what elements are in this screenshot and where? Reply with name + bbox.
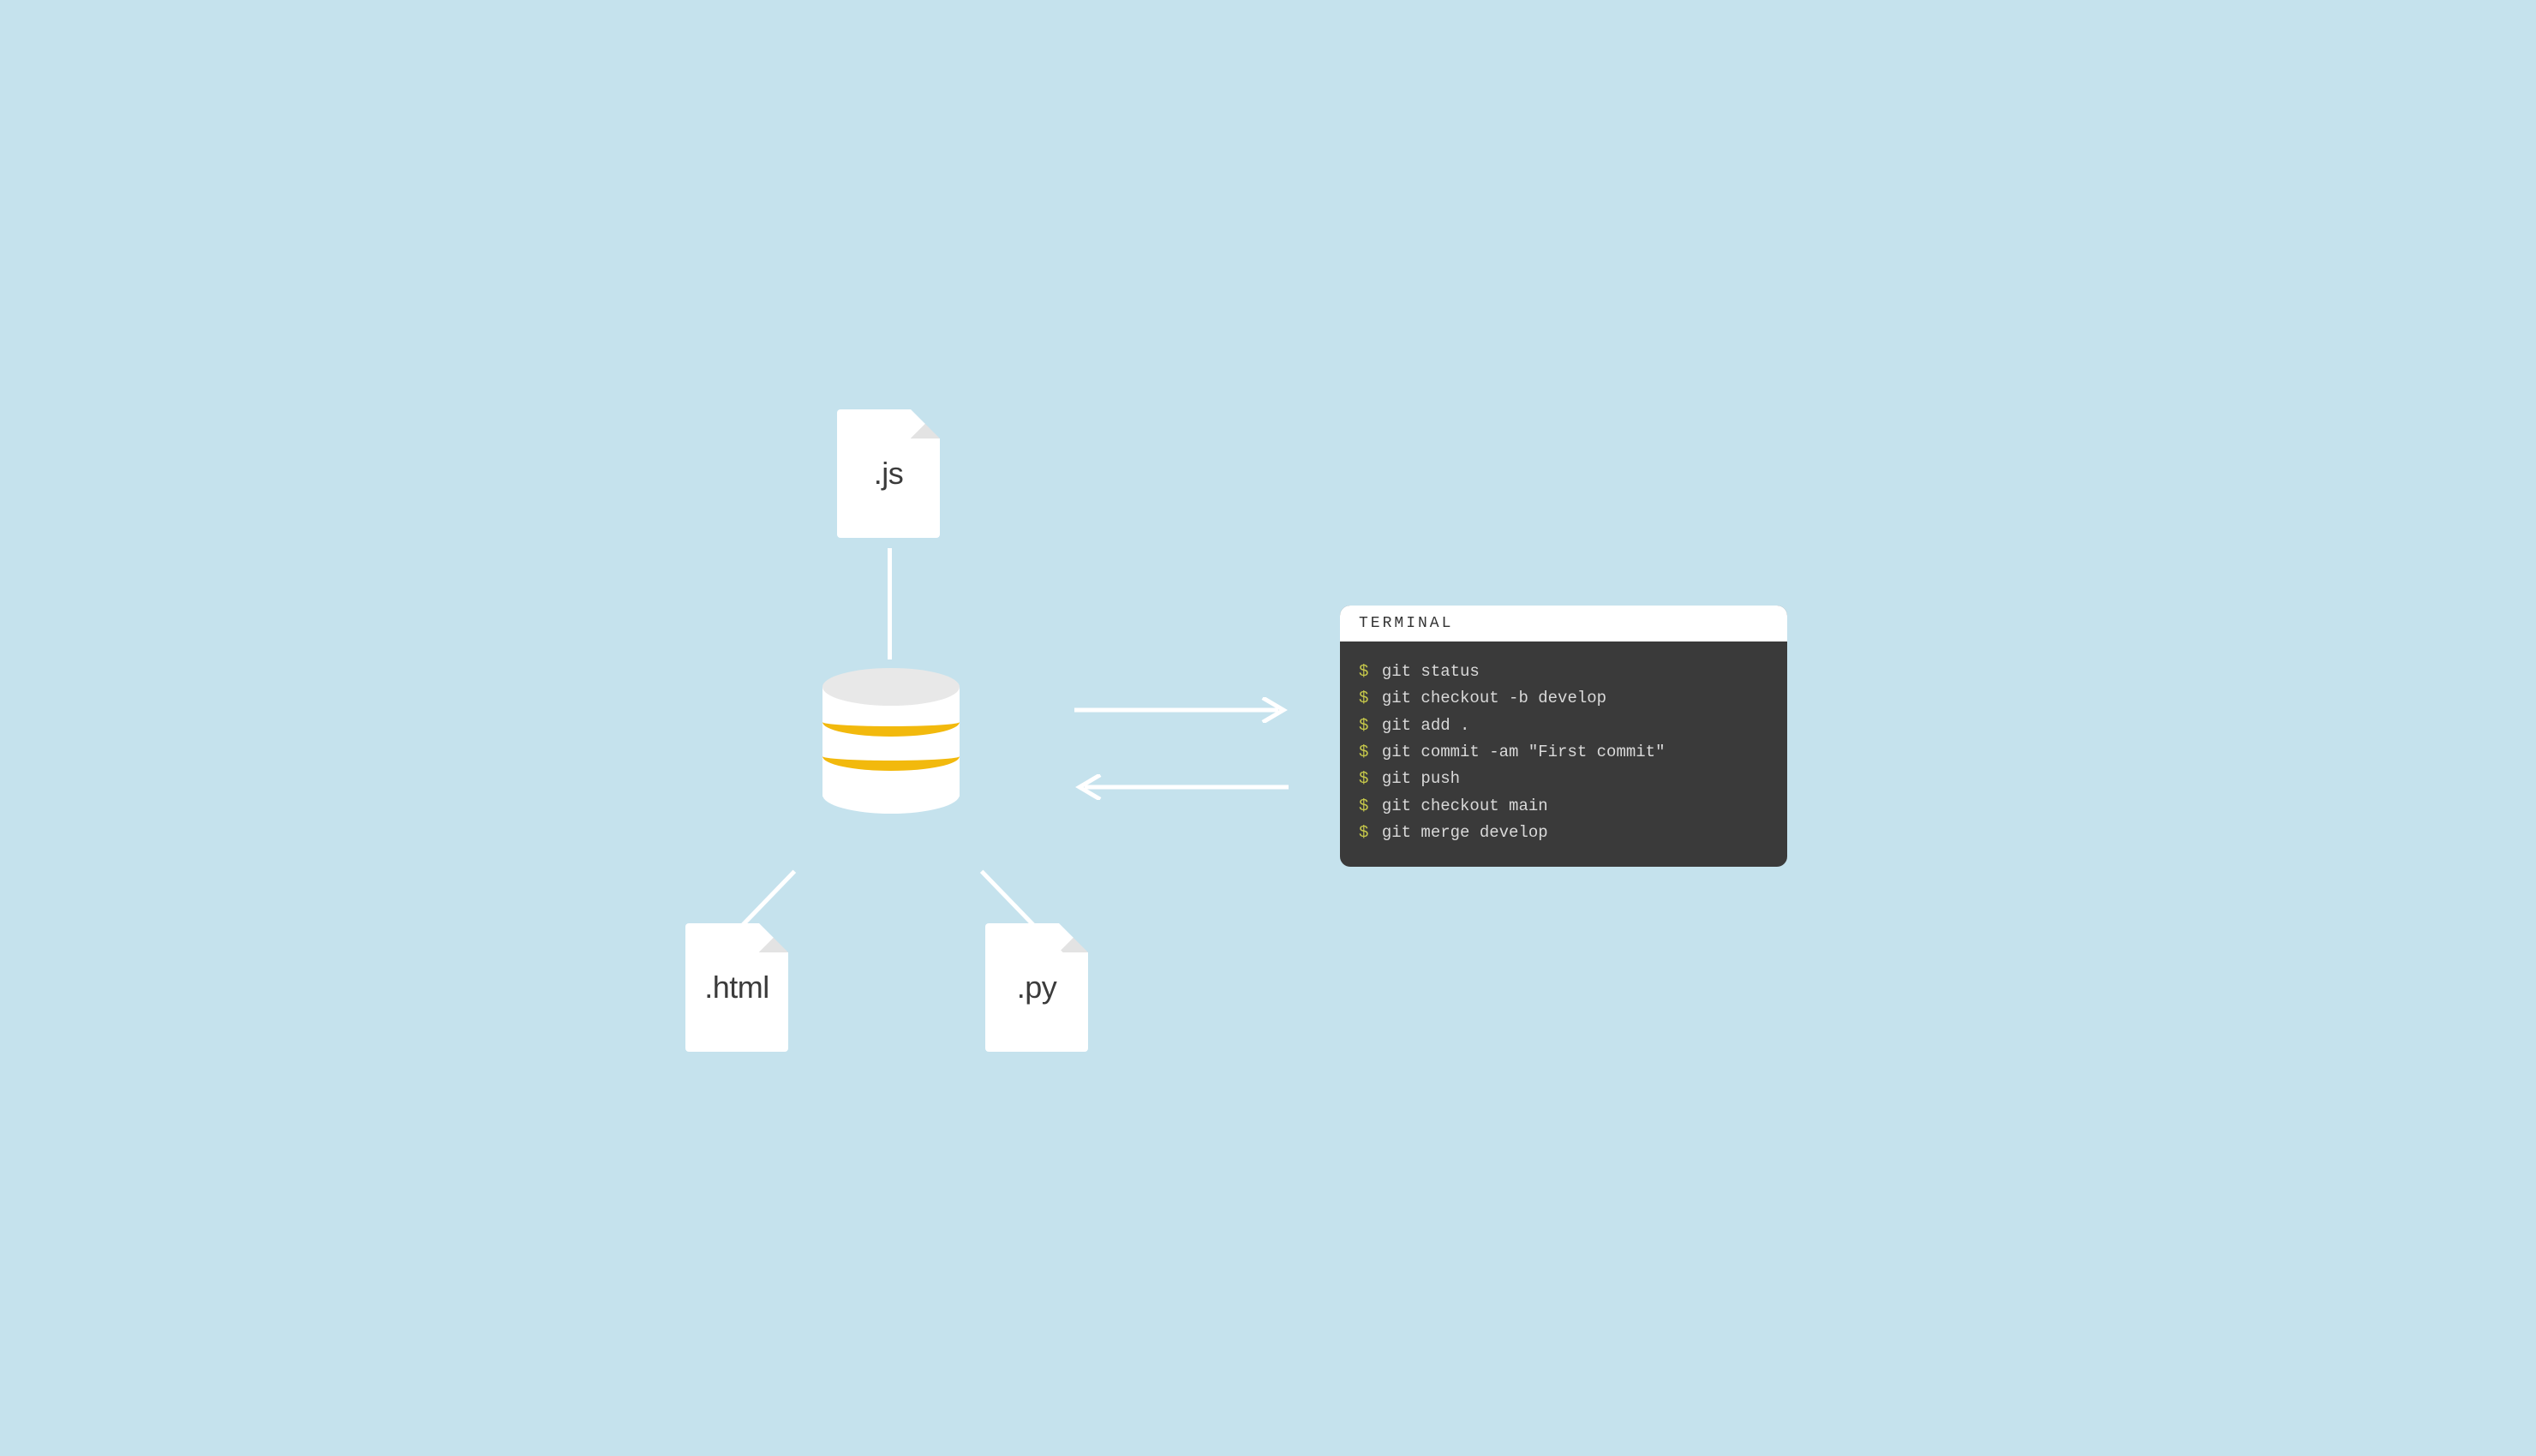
prompt-icon: $ bbox=[1359, 769, 1368, 788]
file-js-label: .js bbox=[874, 456, 904, 492]
prompt-icon: $ bbox=[1359, 743, 1368, 761]
terminal-cmd-3: git commit -am "First commit" bbox=[1382, 743, 1666, 761]
terminal-line-1: $ git checkout -b develop bbox=[1359, 685, 1768, 712]
prompt-icon: $ bbox=[1359, 797, 1368, 815]
terminal-cmd-4: git push bbox=[1382, 769, 1460, 788]
terminal-cmd-2: git add . bbox=[1382, 716, 1470, 735]
database-icon bbox=[822, 668, 960, 814]
terminal-cmd-5: git checkout main bbox=[1382, 797, 1548, 815]
terminal-cmd-1: git checkout -b develop bbox=[1382, 689, 1606, 707]
file-py-icon: .py bbox=[985, 923, 1088, 1052]
terminal-line-3: $ git commit -am "First commit" bbox=[1359, 739, 1768, 766]
terminal-cmd-0: git status bbox=[1382, 662, 1480, 681]
terminal-line-4: $ git push bbox=[1359, 766, 1768, 792]
file-py-label: .py bbox=[1017, 970, 1057, 1005]
file-html-label: .html bbox=[704, 970, 769, 1005]
terminal-cmd-6: git merge develop bbox=[1382, 823, 1548, 842]
terminal-line-6: $ git merge develop bbox=[1359, 820, 1768, 846]
prompt-icon: $ bbox=[1359, 662, 1368, 681]
prompt-icon: $ bbox=[1359, 823, 1368, 842]
file-js-icon: .js bbox=[837, 409, 940, 538]
prompt-icon: $ bbox=[1359, 716, 1368, 735]
arrow-left-icon bbox=[1074, 774, 1289, 800]
prompt-icon: $ bbox=[1359, 689, 1368, 707]
arrow-right-icon bbox=[1074, 697, 1289, 723]
terminal-body: $ git status $ git checkout -b develop $… bbox=[1340, 641, 1787, 867]
terminal-title: TERMINAL bbox=[1340, 606, 1787, 641]
terminal-line-0: $ git status bbox=[1359, 659, 1768, 685]
terminal-line-2: $ git add . bbox=[1359, 713, 1768, 739]
terminal-line-5: $ git checkout main bbox=[1359, 793, 1768, 820]
connector-js-db bbox=[888, 548, 892, 659]
diagram-canvas: .js .html .py TERMINAL $ git status $ bbox=[600, 343, 1936, 1113]
terminal-window: TERMINAL $ git status $ git checkout -b … bbox=[1340, 606, 1787, 867]
file-html-icon: .html bbox=[685, 923, 788, 1052]
